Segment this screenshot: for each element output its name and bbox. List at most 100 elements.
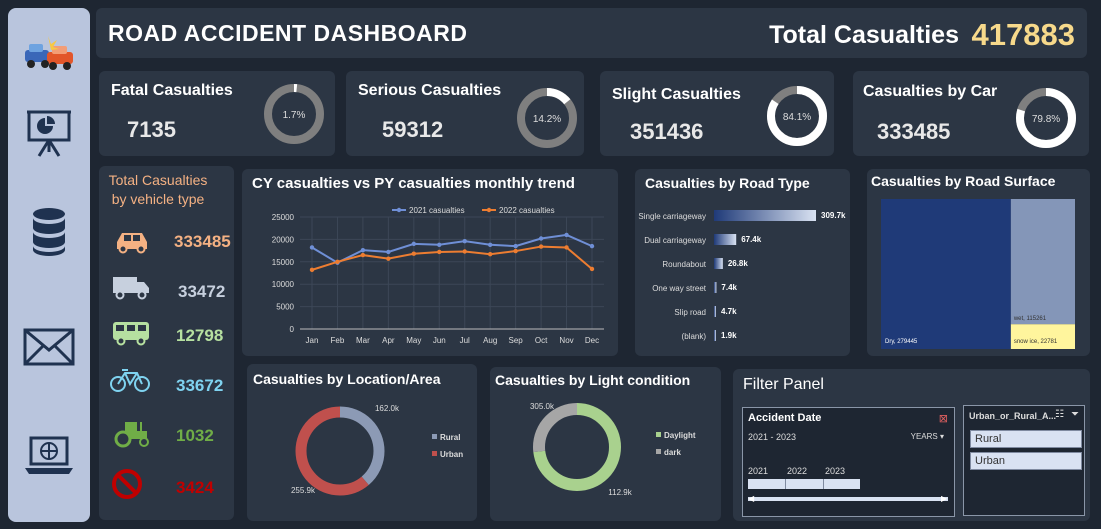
- data-point: [386, 256, 391, 261]
- filter-icon[interactable]: ⏷: [1071, 409, 1079, 420]
- donut-chart: Daylight 305.0k dark 112.9k: [530, 402, 696, 497]
- bar: [714, 330, 716, 341]
- x-tick-label: Jul: [460, 336, 470, 345]
- category-label: Dual carriageway: [644, 236, 706, 245]
- filter-panel: Filter Panel Accident Date ⊠ 2021 - 2023…: [733, 369, 1090, 521]
- year-label-2023: 2023: [825, 466, 846, 476]
- bus-icon: [113, 322, 149, 346]
- chevron-down-icon: ▾: [939, 432, 944, 441]
- data-label: 309.7k: [821, 211, 846, 220]
- vehicle-value-truck: 33472: [178, 282, 226, 301]
- bar: [714, 258, 723, 269]
- data-point: [309, 267, 315, 273]
- kpi-donut: 79.8%: [1016, 88, 1076, 148]
- x-tick-label: Jan: [306, 336, 319, 345]
- kpi-label: Casualties by Car: [863, 83, 998, 100]
- year-label-2021: 2021: [748, 466, 769, 476]
- legend-label: Daylight: [664, 431, 696, 440]
- legend-swatch: [432, 451, 437, 456]
- kpi-label: Fatal Casualties: [111, 82, 233, 99]
- chart-title: CY casualties vs PY casualties monthly t…: [252, 175, 575, 192]
- chart-title: Casualties by Light condition: [495, 372, 691, 388]
- vehicle-value-other: 3424: [176, 478, 214, 497]
- y-tick-label: 25000: [272, 213, 295, 222]
- year-timeline-bar[interactable]: [748, 479, 860, 489]
- category-label: Roundabout: [662, 260, 706, 269]
- road-surface-panel: Casualties by Road Surface Dry, 279445 we…: [867, 169, 1090, 356]
- area-slicer[interactable]: Urban_or_Rural_A... ☷ ⏷ Rural Urban: [963, 405, 1085, 516]
- data-label: 1.9k: [721, 331, 737, 340]
- data-point: [462, 238, 467, 244]
- clear-filter-icon[interactable]: ⊠: [939, 412, 948, 425]
- legend-label: 2022 casualties: [499, 206, 555, 215]
- kpi-value: 7135: [127, 117, 176, 142]
- y-tick-label: 15000: [272, 258, 295, 267]
- treemap-tile: [1010, 324, 1075, 349]
- bar: [714, 306, 716, 317]
- data-point: [386, 249, 391, 255]
- multi-select-icon[interactable]: ☷: [1055, 409, 1064, 420]
- data-point: [360, 252, 366, 258]
- date-level-dropdown[interactable]: YEARS ▾: [911, 432, 944, 441]
- chart-title: Casualties by Road Surface: [871, 173, 1056, 189]
- x-tick-label: Oct: [535, 336, 548, 345]
- accident-date-slicer[interactable]: Accident Date ⊠ 2021 - 2023 YEARS ▾ 2021…: [742, 407, 955, 517]
- x-tick-label: Nov: [559, 336, 573, 345]
- x-tick-label: Feb: [331, 336, 345, 345]
- x-tick-label: Jun: [433, 336, 446, 345]
- kpi-card-serious: Serious Casualties 59312 14.2%: [346, 71, 584, 156]
- scroll-right-icon[interactable]: ▶: [941, 494, 947, 503]
- data-label: 67.4k: [741, 235, 762, 244]
- kpi-value: 351436: [630, 119, 704, 144]
- data-point: [411, 251, 417, 256]
- legend-marker: [486, 207, 492, 213]
- data-point: [538, 236, 544, 241]
- y-tick-label: 10000: [272, 280, 295, 289]
- data-label: 26.8k: [728, 259, 749, 268]
- donut-chart: Rural 162.0k Urban 255.9k: [291, 404, 463, 496]
- date-range-text: 2021 - 2023: [748, 432, 797, 442]
- divider: [823, 479, 824, 489]
- data-label: wet, 115261: [1013, 316, 1047, 322]
- slicer-option-urban[interactable]: Urban: [970, 452, 1082, 470]
- x-tick-label: May: [406, 336, 421, 345]
- location-panel: Casualties by Location/Area Rural 162.0k U…: [247, 364, 477, 521]
- light-panel: Casualties by Light condition Daylight 30…: [490, 367, 721, 521]
- treemap-chart: Dry, 279445 wet, 115261 snow ice, 22781: [881, 199, 1075, 349]
- treemap-tile: [881, 199, 1011, 349]
- data-label: 4.7k: [721, 307, 737, 316]
- vehicle-type-panel: Total Casualties by vehicle type 333485 …: [99, 166, 234, 520]
- laptop-icon[interactable]: [21, 428, 77, 484]
- tractor-icon: [114, 422, 149, 448]
- legend-swatch: [656, 432, 661, 437]
- car-crash-icon[interactable]: [21, 26, 77, 82]
- data-point: [513, 243, 518, 249]
- category-label: Slip road: [674, 308, 706, 317]
- chart-title: Casualties by Road Type: [645, 175, 810, 191]
- data-label: snow ice, 22781: [1014, 339, 1058, 345]
- data-point: [564, 245, 569, 250]
- vehicle-title-line2: by vehicle type: [111, 191, 205, 207]
- filter-title: Filter Panel: [743, 376, 824, 393]
- data-point: [513, 248, 518, 254]
- scroll-left-icon[interactable]: ◀: [748, 494, 754, 503]
- kpi-label: Slight Casualties: [612, 86, 741, 103]
- mail-icon[interactable]: [21, 318, 77, 374]
- presentation-icon[interactable]: [21, 104, 77, 160]
- legend-swatch: [432, 434, 437, 439]
- data-label: 255.9k: [291, 486, 316, 495]
- timeline-scrollbar[interactable]: [748, 497, 948, 501]
- line-chart: 0 5000 10000 15000 20000 25000 Jan Feb Mar Apr May…: [272, 206, 604, 345]
- truck-icon: [113, 277, 149, 300]
- road-type-panel: Casualties by Road Type Single carriagew…: [635, 169, 850, 356]
- x-tick-label: Mar: [356, 336, 370, 345]
- data-label: Dry, 279445: [885, 339, 918, 345]
- bar: [714, 282, 717, 293]
- kpi-card-fatal: Fatal Casualties 7135 1.7%: [99, 71, 335, 156]
- bar: [714, 210, 816, 221]
- kpi-donut: 84.1%: [767, 86, 827, 146]
- database-icon[interactable]: [21, 204, 77, 260]
- kpi-pct: 14.2%: [533, 114, 561, 125]
- vehicle-value-tractor: 1032: [176, 426, 214, 445]
- slicer-option-rural[interactable]: Rural: [970, 430, 1082, 448]
